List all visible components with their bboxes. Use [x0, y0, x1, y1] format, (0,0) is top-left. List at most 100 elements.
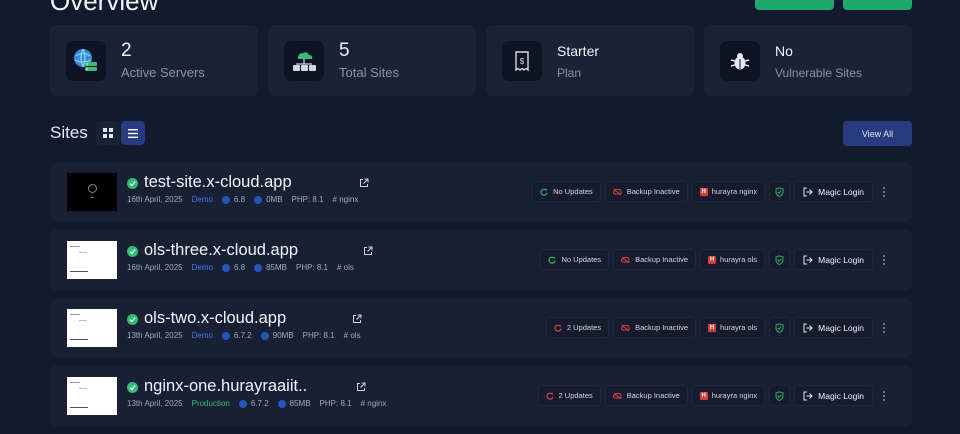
- svg-text:$: $: [520, 57, 525, 66]
- sites-title: Sites: [50, 123, 88, 142]
- refresh-icon: [546, 392, 554, 400]
- site-name-link[interactable]: nginx-one.hurayraaiit..: [144, 377, 307, 396]
- site-thumbnail[interactable]: [67, 173, 117, 211]
- site-actions: No Updates Backup Inactive Hhurayra nginx M…: [532, 181, 891, 202]
- site-actions: 2 Updates Backup Inactive Hhurayra nginx Ma…: [537, 385, 891, 406]
- php-version: PHP: 8.1: [319, 399, 352, 408]
- magic-login-button[interactable]: Magic Login: [794, 385, 873, 406]
- wp-version: 6.7.2: [221, 331, 252, 340]
- site-meta: 16th April, 2025 Demo 6.8 0MB PHP: 8.1 # ngin…: [127, 195, 367, 204]
- shield-check-icon: [775, 186, 784, 197]
- stat-card-plan: $ Starter Plan: [486, 25, 694, 96]
- thumbnail-line: [79, 252, 87, 253]
- site-row[interactable]: ols-three.x-cloud.app 16th April, 2025 Dem…: [50, 230, 912, 290]
- backup-badge[interactable]: Backup Inactive: [604, 181, 688, 202]
- site-date: 13th April, 2025: [127, 331, 183, 340]
- more-options-icon[interactable]: [877, 181, 891, 202]
- site-size: 85MB: [254, 263, 287, 272]
- status-check-icon: [127, 178, 138, 189]
- more-options-icon[interactable]: [877, 385, 891, 406]
- list-icon: [128, 128, 138, 138]
- external-link-icon[interactable]: [356, 382, 366, 392]
- backup-off-icon: [621, 256, 630, 264]
- view-all-button[interactable]: View All: [843, 121, 912, 146]
- stat-value: No: [775, 42, 793, 59]
- status-check-icon: [127, 246, 138, 257]
- stat-card-vulnerable-sites: No Vulnerable Sites: [704, 25, 912, 96]
- more-options-icon[interactable]: [877, 249, 891, 270]
- stat-label: Vulnerable Sites: [775, 65, 862, 80]
- login-icon: [803, 187, 813, 197]
- wordpress-icon: [238, 399, 247, 408]
- site-thumbnail[interactable]: [67, 241, 117, 279]
- updates-badge[interactable]: 2 Updates: [537, 385, 601, 406]
- magic-login-button[interactable]: Magic Login: [794, 249, 873, 270]
- security-badge[interactable]: [769, 181, 791, 202]
- site-actions: 2 Updates Backup Inactive Hhurayra ols Magi…: [545, 317, 891, 338]
- site-size: 85MB: [277, 399, 311, 408]
- server-globe-icon: [66, 40, 106, 81]
- site-thumbnail[interactable]: [67, 309, 117, 347]
- more-options-icon[interactable]: [877, 317, 891, 338]
- site-name-link[interactable]: ols-three.x-cloud.app: [144, 241, 298, 260]
- magic-login-button[interactable]: Magic Login: [794, 317, 873, 338]
- stat-card-active-servers: 2 Active Servers: [50, 25, 258, 96]
- site-date: 16th April, 2025: [127, 195, 183, 204]
- backup-badge[interactable]: Backup Inactive: [613, 249, 697, 270]
- site-actions: No Updates Backup Inactive Hhurayra ols Mag…: [540, 249, 891, 270]
- site-row[interactable]: test-site.x-cloud.app 16th April, 2025 Dem…: [50, 162, 912, 222]
- thumbnail-line: [70, 339, 88, 340]
- header-action-button-2[interactable]: [843, 0, 912, 10]
- php-version: PHP: 8.1: [291, 195, 324, 204]
- shield-check-icon: [775, 390, 784, 401]
- external-link-icon[interactable]: [352, 314, 362, 324]
- wordpress-icon: [221, 263, 230, 272]
- backup-badge[interactable]: Backup Inactive: [613, 317, 697, 338]
- updates-badge[interactable]: No Updates: [532, 181, 601, 202]
- php-version: PHP: 8.1: [295, 263, 328, 272]
- thumbnail-line: [79, 320, 87, 321]
- magic-login-button[interactable]: Magic Login: [794, 181, 873, 202]
- site-thumbnail[interactable]: [67, 377, 117, 415]
- environment-tag: Production: [191, 399, 230, 408]
- login-icon: [803, 323, 813, 333]
- thumbnail-line: [79, 388, 87, 389]
- updates-badge[interactable]: 2 Updates: [545, 317, 610, 338]
- server-stack: # nginx: [332, 195, 359, 204]
- wordpress-logo-icon: [88, 184, 97, 193]
- grid-view-button[interactable]: [96, 121, 120, 145]
- site-row[interactable]: ols-two.x-cloud.app 13th April, 2025 Demo 6…: [50, 298, 912, 358]
- security-badge[interactable]: [769, 317, 791, 338]
- server-badge[interactable]: Hhurayra ols: [700, 249, 766, 270]
- server-badge[interactable]: Hhurayra nginx: [691, 385, 766, 406]
- wp-version: 6.8: [221, 263, 245, 272]
- wp-version: 6.8: [221, 195, 245, 204]
- thumbnail-line: [70, 407, 88, 408]
- database-icon: [254, 263, 263, 272]
- site-name-link[interactable]: ols-two.x-cloud.app: [144, 309, 286, 328]
- external-link-icon[interactable]: [359, 178, 369, 188]
- environment-tag: Demo: [191, 195, 213, 204]
- site-date: 16th April, 2025: [127, 263, 183, 272]
- site-name-link[interactable]: test-site.x-cloud.app: [144, 173, 292, 192]
- shield-check-icon: [775, 322, 784, 333]
- stat-label: Plan: [557, 65, 582, 80]
- header-action-button-1[interactable]: [755, 0, 834, 10]
- thumbnail-line: [70, 314, 80, 315]
- status-check-icon: [127, 314, 138, 325]
- page-title: Overview: [50, 0, 159, 16]
- environment-tag: Demo: [191, 331, 213, 340]
- site-row[interactable]: nginx-one.hurayraaiit.. 13th April, 2025 P…: [50, 366, 912, 426]
- login-icon: [803, 255, 813, 265]
- external-link-icon[interactable]: [363, 246, 373, 256]
- site-date: 13th April, 2025: [127, 399, 183, 408]
- server-badge[interactable]: Hhurayra ols: [700, 317, 766, 338]
- security-badge[interactable]: [769, 249, 791, 270]
- updates-badge[interactable]: No Updates: [540, 249, 610, 270]
- site-size: 0MB: [254, 195, 283, 204]
- server-badge[interactable]: Hhurayra nginx: [691, 181, 766, 202]
- server-stack: # ols: [343, 331, 361, 340]
- backup-badge[interactable]: Backup Inactive: [604, 385, 688, 406]
- security-badge[interactable]: [769, 385, 791, 406]
- list-view-button[interactable]: [121, 121, 145, 145]
